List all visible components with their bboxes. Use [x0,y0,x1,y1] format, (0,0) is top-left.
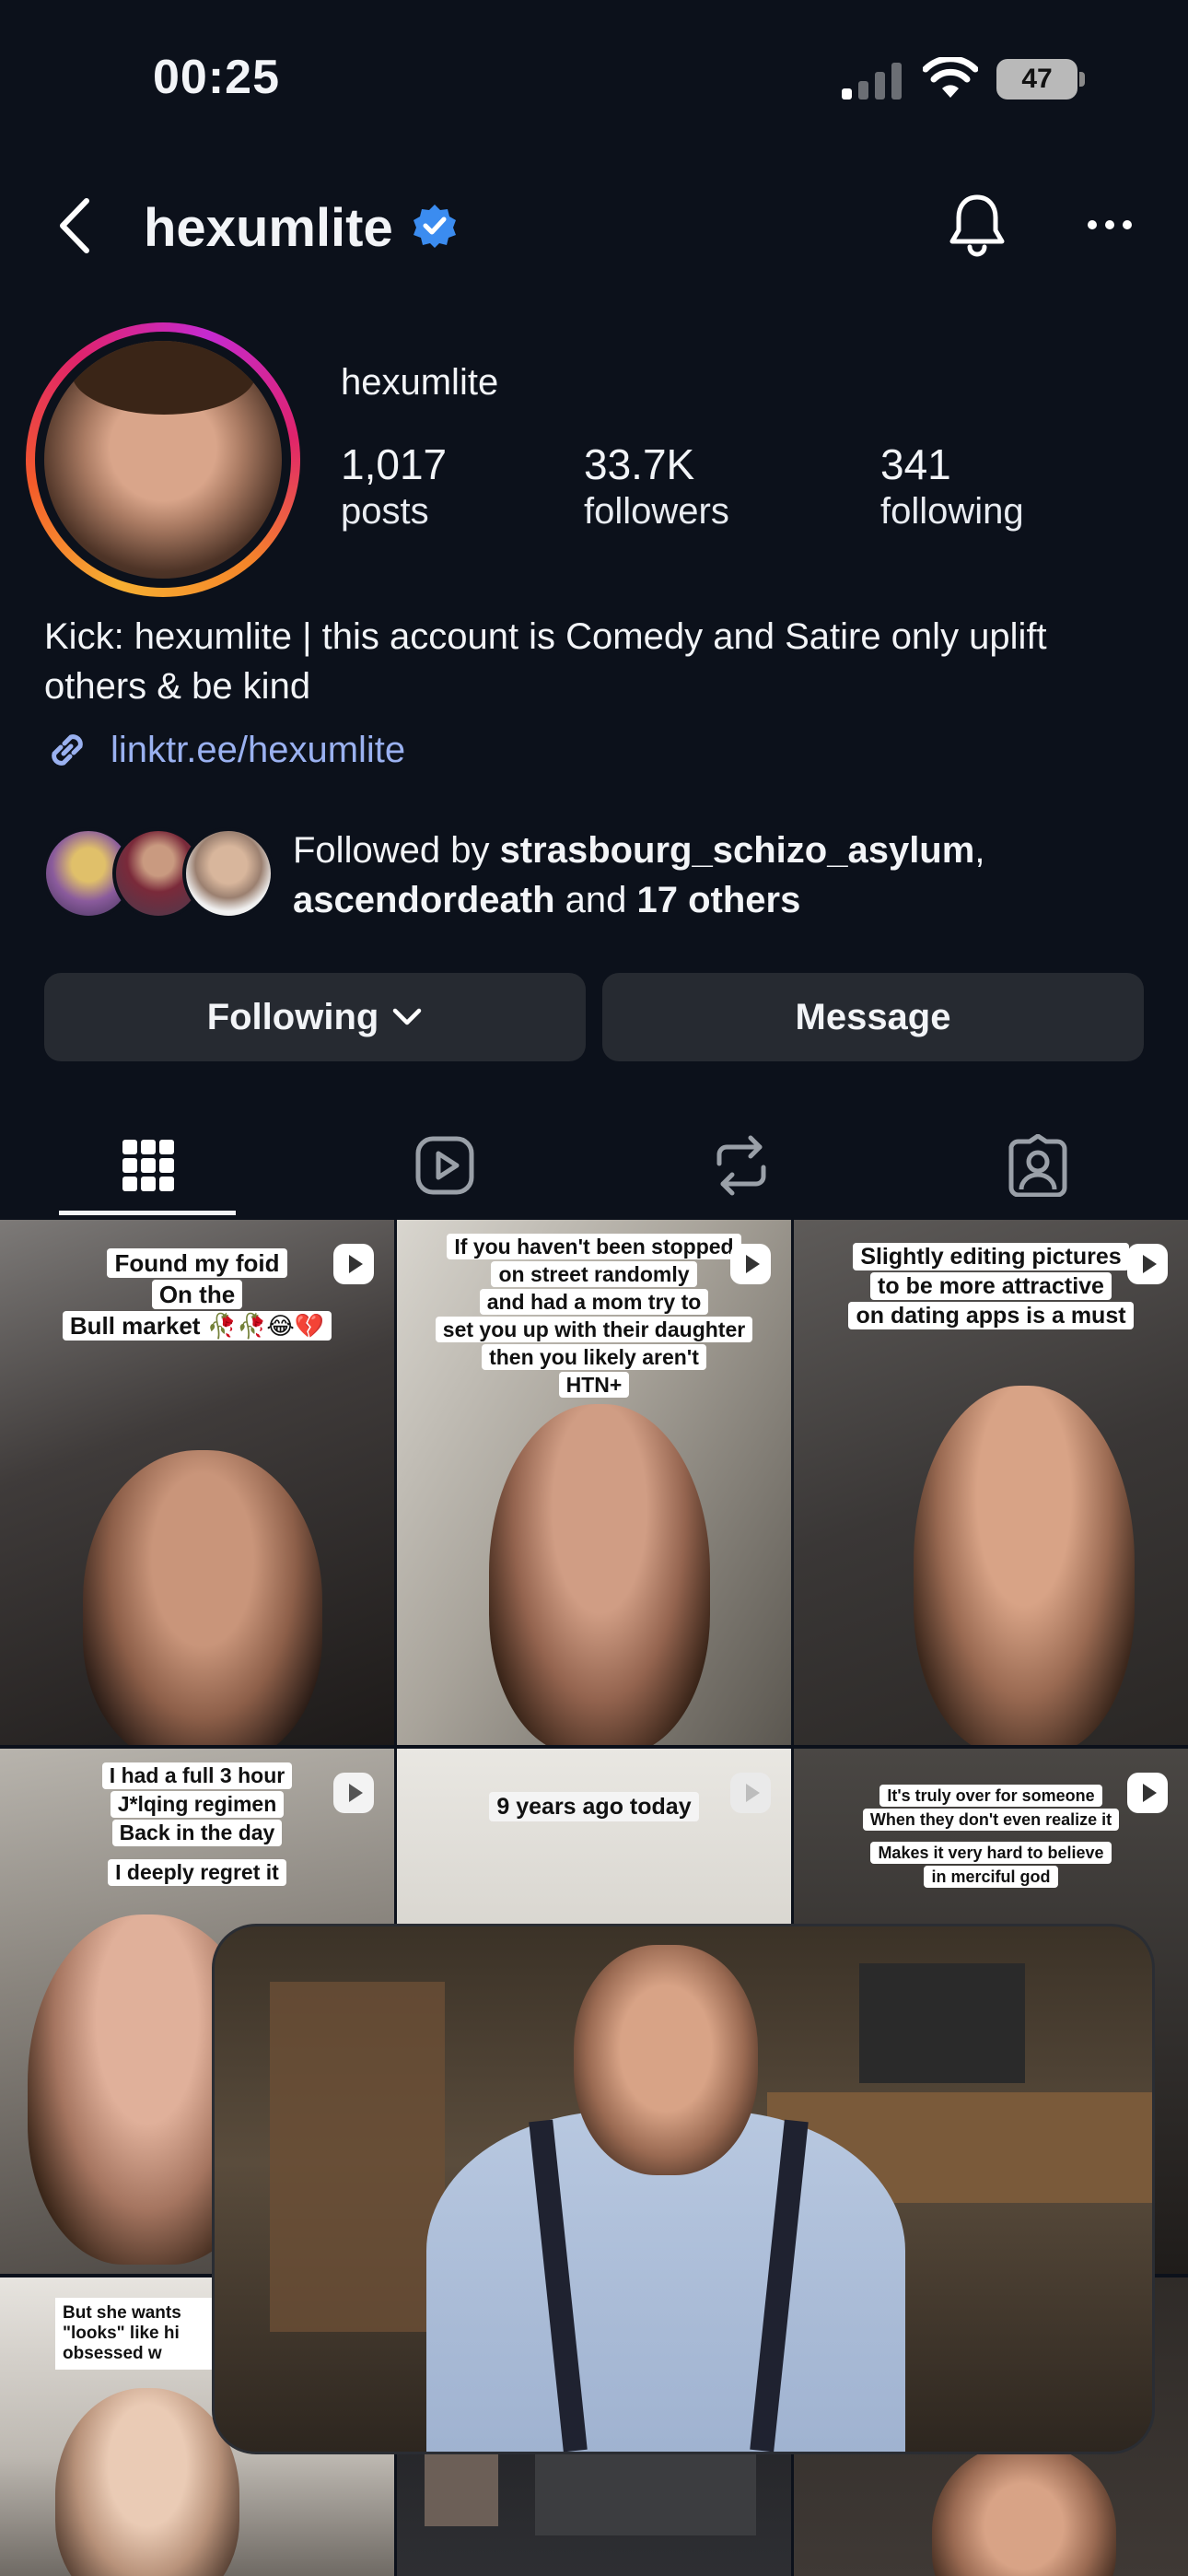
picture-in-picture-video[interactable] [212,1924,1155,2454]
following-button[interactable]: Following [44,973,586,1061]
video-icon [333,1244,374,1284]
status-time: 00:25 [153,51,280,104]
video-icon [730,1773,771,1813]
status-bar: 00:25 47 [0,0,1188,161]
mutual-avatar [182,827,274,919]
video-icon [333,1773,374,1813]
stat-value: 341 [880,440,951,488]
battery-icon: 47 [996,59,1085,100]
tab-posts-grid[interactable] [0,1115,297,1216]
post-tile[interactable]: Slightly editing pictures to be more att… [794,1220,1188,1745]
post-caption-line: HTN+ [558,1372,630,1398]
notification-bell-icon[interactable] [949,192,1006,258]
link-icon [52,734,83,766]
post-caption-line: I deeply regret it [108,1859,286,1886]
post-caption-line: "looks" like hi [63,2324,180,2343]
signal-icon [842,63,902,100]
profile-avatar[interactable] [26,322,300,597]
mutual-username: strasbourg_schizo_asylum [499,830,975,871]
verified-badge-icon [413,205,456,248]
post-caption-line: I had a full 3 hour [101,1762,293,1789]
followed-by-conjunction: and [554,880,637,920]
tab-reposts[interactable] [593,1115,890,1216]
post-caption-line: and had a mom try to [479,1289,709,1315]
profile-link-text[interactable]: linktr.ee/hexumlite [111,730,405,771]
profile-link[interactable]: linktr.ee/hexumlite [44,724,405,776]
back-icon[interactable] [53,195,98,256]
tab-tagged[interactable] [890,1115,1186,1216]
post-caption-line: Found my foid [107,1248,287,1278]
post-caption-line: Back in the day [111,1820,283,1846]
post-caption-line: Slightly editing pictures [853,1243,1129,1270]
wifi-icon [923,57,978,98]
stat-followers[interactable]: 33.7K followers [584,440,729,533]
post-caption-line: in merciful god [924,1866,1058,1888]
more-options-icon[interactable] [1087,216,1133,234]
followed-by-prefix: Followed by [293,830,500,871]
battery-level: 47 [996,59,1077,100]
profile-bio: Kick: hexumlite | this account is Comedy… [44,616,1047,707]
video-icon [1127,1244,1168,1284]
mutual-followers-avatars[interactable] [42,827,274,921]
avatar-photo [44,341,282,579]
mutual-username: ascendordeath [293,880,555,920]
stat-following[interactable]: 341 following [880,440,1024,533]
reposts-icon [716,1135,766,1196]
post-caption-line: on street randomly [491,1261,697,1287]
stat-label: followers [584,490,729,532]
tagged-icon [1008,1134,1067,1197]
video-icon [730,1244,771,1284]
stat-posts[interactable]: 1,017 posts [341,440,447,533]
post-caption-line: Bull market 🥀🥀😂💔 [62,1311,332,1341]
profile-header: hexumlite [0,175,1188,276]
following-button-label: Following [206,996,379,1037]
post-caption-line: obsessed w [63,2344,162,2363]
post-caption-line: It's truly over for someone [879,1785,1102,1807]
stat-label: posts [341,490,429,532]
stat-value: 1,017 [341,440,448,488]
grid-icon [122,1140,174,1191]
header-username: hexumlite [144,198,393,258]
post-caption-line: If you haven't been stopped [447,1234,741,1259]
message-button[interactable]: Message [602,973,1144,1061]
post-caption-line: set you up with their daughter [435,1317,753,1342]
profile-name: hexumlite [341,362,499,403]
post-caption-line: 9 years ago today [489,1792,699,1821]
active-tab-indicator [59,1211,236,1215]
post-caption-line: to be more attractive [870,1272,1112,1300]
post-caption-line: But she wants [63,2303,181,2323]
post-tile[interactable]: Found my foid On the Bull market 🥀🥀😂💔 [0,1220,394,1745]
video-icon [1127,1773,1168,1813]
reels-icon [415,1136,474,1195]
post-caption-line: J*lqing regimen [110,1791,285,1818]
post-tile[interactable]: If you haven't been stopped on street ra… [397,1220,791,1745]
followed-by-separator: , [974,830,985,871]
post-caption-line: When they don't even realize it [862,1809,1120,1831]
message-button-label: Message [795,996,951,1037]
post-caption-line: then you likely aren't [482,1344,706,1370]
post-caption-line: On the [151,1280,243,1309]
stat-label: following [880,490,1024,532]
post-caption-line: Makes it very hard to believe [870,1842,1112,1864]
profile-tabs [0,1115,1188,1216]
mutual-others-count: 17 others [636,880,801,920]
tab-reels[interactable] [297,1115,593,1216]
chevron-down-icon [393,1008,422,1025]
stat-value: 33.7K [584,440,695,488]
post-caption-line: on dating apps is a must [848,1302,1134,1329]
followed-by-text[interactable]: Followed by strasbourg_schizo_asylum, as… [293,825,1159,925]
